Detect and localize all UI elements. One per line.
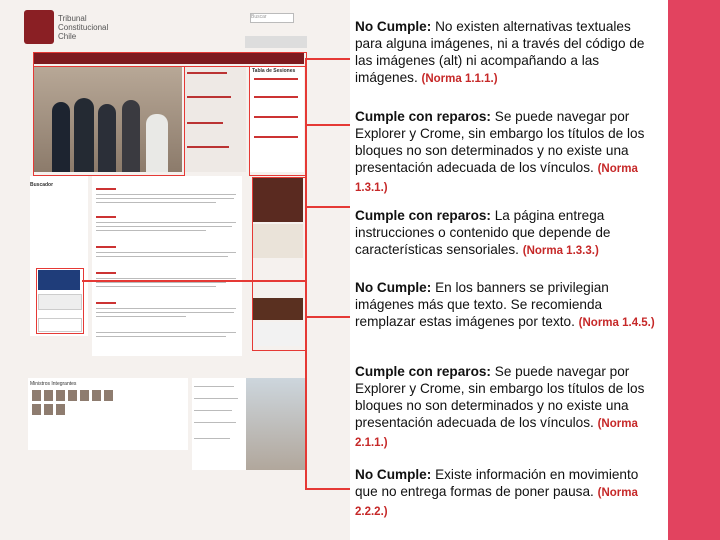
note-1: No Cumple: No existen alternativas textu… (355, 18, 660, 88)
connector-line (305, 488, 350, 490)
annotation-box-tabla (249, 66, 307, 176)
note-status: Cumple con reparos: (355, 208, 491, 223)
tribunal-logo (24, 10, 54, 44)
connector-line (305, 58, 350, 60)
note-2: Cumple con reparos: Se puede navegar por… (355, 108, 660, 197)
annotation-box-nav (33, 52, 307, 67)
note-norma: (Norma 1.3.3.) (522, 245, 599, 257)
main-content (92, 176, 242, 356)
connector-line (82, 280, 305, 282)
brand-line-1: Tribunal (58, 14, 87, 23)
ministros-section (28, 378, 188, 450)
note-5: Cumple con reparos: Se puede navegar por… (355, 363, 660, 452)
note-status: No Cumple: (355, 19, 432, 34)
connector-line (305, 206, 350, 208)
brand-line-2: Constitucional (58, 23, 109, 32)
note-status: No Cumple: (355, 280, 432, 295)
building-photo (246, 378, 306, 470)
live-badge[interactable] (245, 36, 307, 48)
news-box (184, 66, 246, 172)
note-3: Cumple con reparos: La página entrega in… (355, 207, 660, 260)
note-norma: (Norma 1.1.1.) (421, 73, 498, 85)
ministros-title: Ministros Integrantes (30, 381, 77, 387)
note-4: No Cumple: En los banners se privilegian… (355, 279, 660, 332)
annotation-box-photo (33, 66, 185, 176)
annotation-box-left-banners (36, 268, 84, 334)
connector-line (305, 124, 350, 126)
annotation-box-right-banners (252, 177, 307, 351)
site-brand: Tribunal Constitucional Chile (58, 14, 108, 41)
connector-line (305, 316, 350, 318)
connector-line (305, 58, 307, 488)
footer-contact (192, 378, 246, 470)
note-norma: (Norma 1.4.5.) (578, 317, 655, 329)
note-status: No Cumple: (355, 467, 432, 482)
note-6: No Cumple: Existe información en movimie… (355, 466, 660, 521)
note-status: Cumple con reparos: (355, 364, 491, 379)
decorative-sidebar (668, 0, 720, 540)
buscador-label: Buscador (30, 182, 54, 188)
search-input[interactable]: Buscar (250, 13, 294, 23)
note-status: Cumple con reparos: (355, 109, 491, 124)
brand-line-3: Chile (58, 32, 77, 41)
